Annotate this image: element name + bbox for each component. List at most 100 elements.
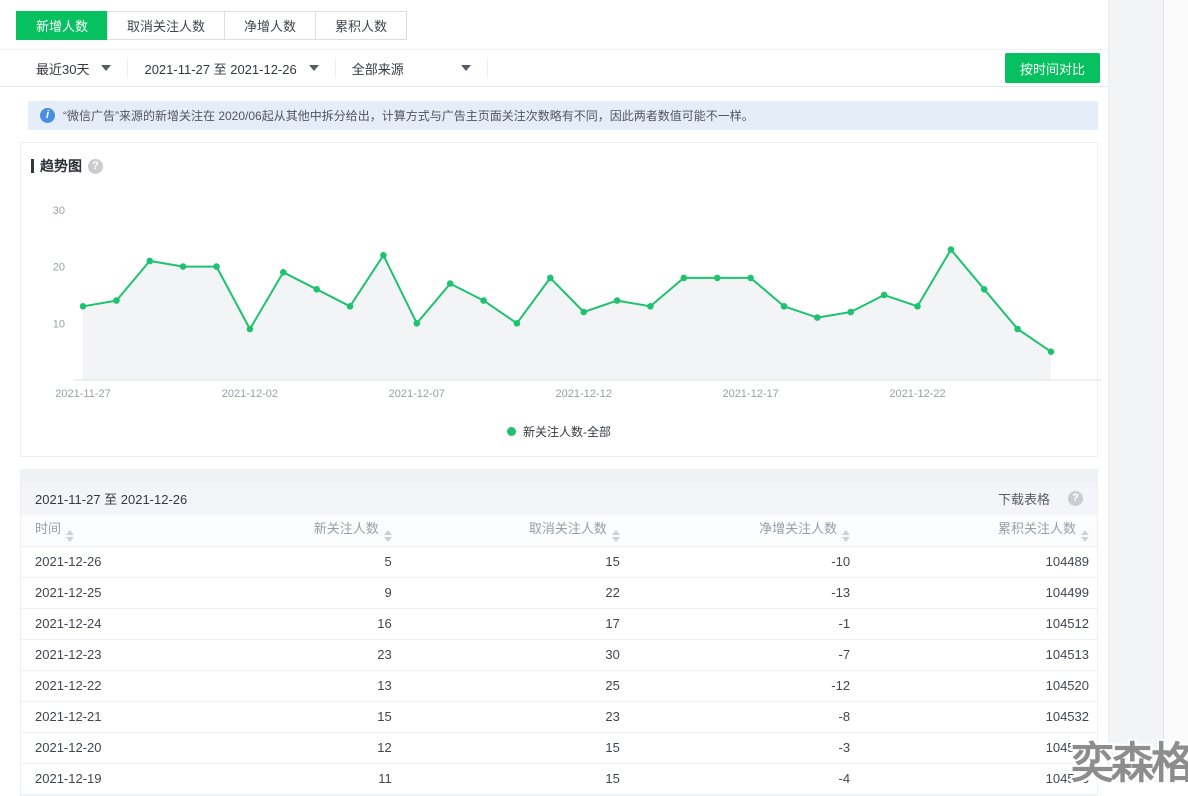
info-banner: i “微信广告”来源的新增关注在 2020/06起从其他中拆分给出，计算方式与广…: [28, 101, 1098, 130]
sort-icon[interactable]: [842, 530, 850, 542]
filter-bar: 最近30天 2021-11-27 至 2021-12-26 全部来源 按时间对比: [0, 49, 1108, 87]
chevron-down-icon: [309, 65, 319, 71]
data-table-card: 2021-11-27 至 2021-12-26 下载表格 ? 时间新关注人数取消…: [20, 482, 1098, 796]
cell-value: 12: [182, 732, 399, 763]
cell-value: 22: [400, 577, 628, 608]
svg-text:30: 30: [53, 205, 65, 217]
table-help-icon[interactable]: ?: [1068, 491, 1083, 506]
column-header-3[interactable]: 净增关注人数: [628, 515, 858, 546]
svg-text:2021-12-02: 2021-12-02: [222, 388, 278, 400]
column-header-4[interactable]: 累积关注人数: [858, 515, 1097, 546]
table-header-bar: 2021-11-27 至 2021-12-26 下载表格 ?: [21, 482, 1097, 515]
date-preset-dropdown[interactable]: 最近30天: [20, 58, 128, 78]
cell-value: 104513: [858, 639, 1097, 670]
source-dropdown[interactable]: 全部来源: [336, 58, 488, 78]
svg-text:20: 20: [53, 262, 65, 274]
svg-text:2021-12-22: 2021-12-22: [889, 388, 945, 400]
tab-2[interactable]: 净增人数: [224, 11, 316, 40]
table-row: 2021-12-241617-1104512: [21, 608, 1097, 639]
cell-value: 104499: [858, 577, 1097, 608]
cell-value: 104520: [858, 670, 1097, 701]
chevron-down-icon: [461, 65, 471, 71]
sort-icon[interactable]: [1081, 530, 1089, 542]
date-preset-value: 最近30天: [36, 59, 89, 78]
main-content: 新增人数取消关注人数净增人数累积人数 最近30天 2021-11-27 至 20…: [0, 0, 1108, 796]
cell-value: 23: [400, 701, 628, 732]
cell-value: -4: [628, 763, 858, 794]
table-row: 2021-12-201215-3104540: [21, 732, 1097, 763]
scrollbar-track[interactable]: [1163, 0, 1188, 782]
watermark: 奕森格: [1071, 743, 1188, 786]
title-bar-decoration: [31, 159, 34, 173]
cell-date: 2021-12-26: [21, 546, 182, 577]
cell-value: 16: [182, 608, 399, 639]
sort-icon[interactable]: [384, 530, 392, 542]
cell-value: 104512: [858, 608, 1097, 639]
cell-value: -8: [628, 701, 858, 732]
cell-value: 5: [182, 546, 399, 577]
cell-value: 104540: [858, 732, 1097, 763]
metric-tabs: 新增人数取消关注人数净增人数累积人数: [0, 0, 1108, 49]
cell-value: 11: [182, 763, 399, 794]
table-row: 2021-12-26515-10104489: [21, 546, 1097, 577]
cell-value: 30: [400, 639, 628, 670]
cell-value: 15: [182, 701, 399, 732]
column-header-0[interactable]: 时间: [21, 515, 182, 546]
table-date-range: 2021-11-27 至 2021-12-26: [35, 489, 187, 508]
cell-value: 104532: [858, 701, 1097, 732]
svg-text:2021-12-12: 2021-12-12: [556, 388, 612, 400]
tab-0[interactable]: 新增人数: [16, 11, 108, 40]
trend-line-chart: 10 20 30 2021-11-27 2021-12-02 2021-12-07 2021…: [21, 182, 1097, 421]
legend-dot-icon: [507, 427, 516, 436]
cell-date: 2021-12-21: [21, 701, 182, 732]
cell-value: 9: [182, 577, 399, 608]
tab-3[interactable]: 累积人数: [315, 11, 407, 40]
cell-value: 25: [400, 670, 628, 701]
sort-icon[interactable]: [66, 530, 74, 542]
cell-value: 15: [400, 546, 628, 577]
download-table-link[interactable]: 下载表格: [998, 489, 1050, 508]
help-icon[interactable]: ?: [88, 159, 103, 174]
chart-legend[interactable]: 新关注人数-全部: [21, 421, 1097, 456]
column-header-1[interactable]: 新关注人数: [182, 515, 399, 546]
cell-value: -10: [628, 546, 858, 577]
cell-value: 17: [400, 608, 628, 639]
chart-title: 趋势图: [40, 156, 82, 176]
cell-value: 13: [182, 670, 399, 701]
table-row: 2021-12-221325-12104520: [21, 670, 1097, 701]
svg-text:2021-11-27: 2021-11-27: [55, 388, 110, 400]
svg-text:10: 10: [53, 318, 65, 330]
stats-table: 时间新关注人数取消关注人数净增关注人数累积关注人数 2021-12-26515-…: [21, 515, 1097, 795]
cell-value: -1: [628, 608, 858, 639]
cell-date: 2021-12-20: [21, 732, 182, 763]
cell-date: 2021-12-22: [21, 670, 182, 701]
trend-chart-card: 趋势图 ? 10 20 30 2021-11-27 2021-12-02 2021-12-…: [20, 142, 1098, 457]
cell-value: 104543: [858, 763, 1097, 794]
cell-value: 15: [400, 763, 628, 794]
cell-date: 2021-12-19: [21, 763, 182, 794]
compare-by-time-button[interactable]: 按时间对比: [1005, 53, 1100, 83]
cell-value: -12: [628, 670, 858, 701]
column-header-2[interactable]: 取消关注人数: [400, 515, 628, 546]
date-range-dropdown[interactable]: 2021-11-27 至 2021-12-26: [128, 58, 335, 78]
right-gutter: [1108, 0, 1188, 782]
tab-1[interactable]: 取消关注人数: [107, 11, 225, 40]
cell-value: 104489: [858, 546, 1097, 577]
chevron-down-icon: [101, 65, 111, 71]
cell-value: -7: [628, 639, 858, 670]
info-icon: i: [40, 108, 55, 123]
cell-value: -13: [628, 577, 858, 608]
svg-text:2021-12-07: 2021-12-07: [389, 388, 445, 400]
cell-date: 2021-12-25: [21, 577, 182, 608]
table-row: 2021-12-25922-13104499: [21, 577, 1097, 608]
table-row: 2021-12-232330-7104513: [21, 639, 1097, 670]
cell-value: -3: [628, 732, 858, 763]
table-row: 2021-12-211523-8104532: [21, 701, 1097, 732]
info-banner-text: “微信广告”来源的新增关注在 2020/06起从其他中拆分给出，计算方式与广告主…: [63, 107, 754, 124]
legend-label: 新关注人数-全部: [523, 423, 611, 440]
svg-text:2021-12-17: 2021-12-17: [722, 388, 778, 400]
sort-icon[interactable]: [612, 530, 620, 542]
cell-value: 15: [400, 732, 628, 763]
chart-title-row: 趋势图 ?: [21, 143, 1097, 182]
cell-date: 2021-12-24: [21, 608, 182, 639]
